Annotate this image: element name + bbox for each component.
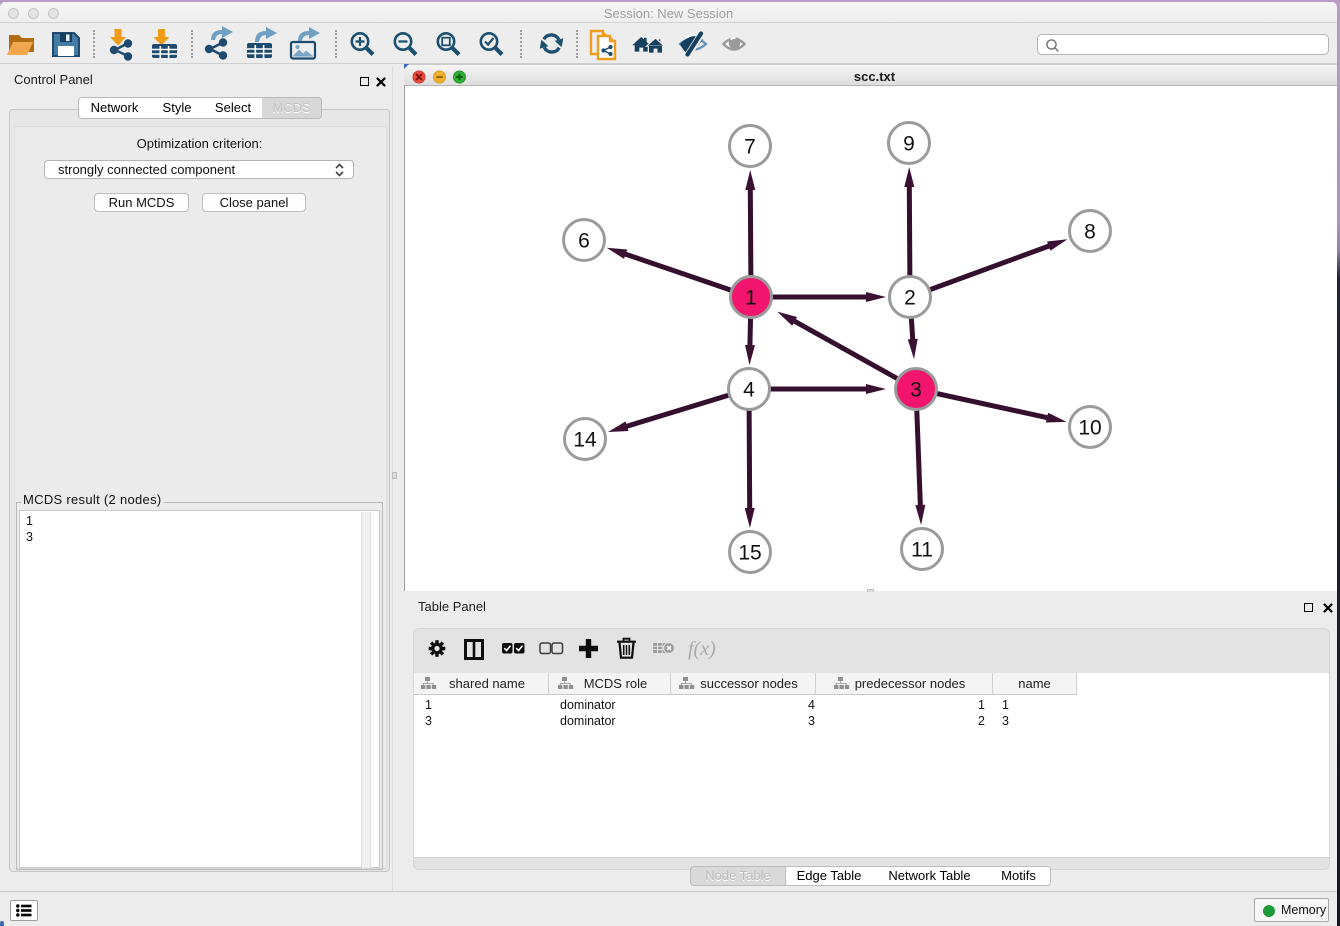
svg-text:6: 6 [578, 230, 590, 253]
svg-text:4: 4 [743, 379, 755, 402]
svg-text:8: 8 [1084, 221, 1096, 244]
svg-text:1: 1 [745, 287, 757, 310]
svg-text:f(x): f(x) [688, 638, 716, 660]
svg-text:14: 14 [573, 429, 597, 452]
svg-text:2: 2 [904, 287, 916, 310]
svg-text:11: 11 [911, 539, 933, 562]
svg-text:7: 7 [744, 136, 756, 159]
svg-text:3: 3 [910, 379, 922, 402]
svg-text:15: 15 [738, 542, 761, 565]
svg-text:10: 10 [1078, 417, 1101, 440]
svg-text:9: 9 [903, 133, 915, 156]
